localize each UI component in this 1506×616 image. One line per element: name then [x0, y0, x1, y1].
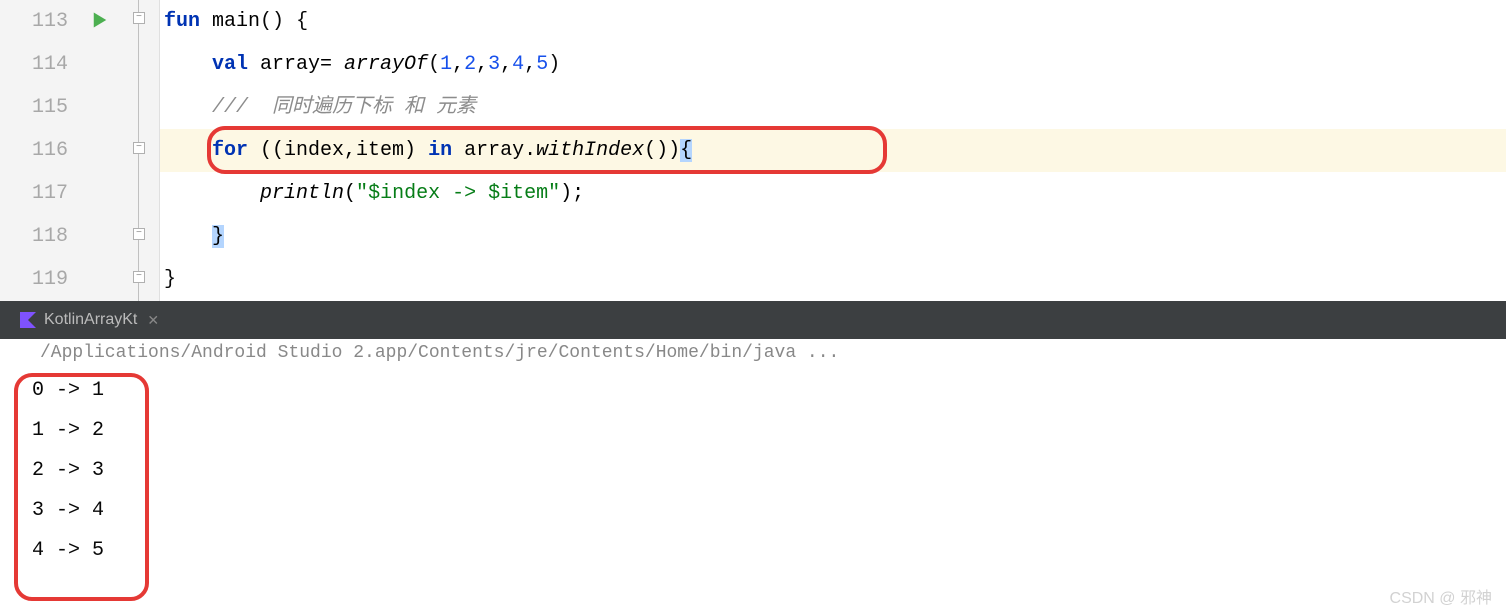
code-line[interactable]: println("$index -> $item");: [160, 172, 1506, 215]
function-call: arrayOf: [344, 53, 428, 76]
function-call: println: [260, 182, 344, 205]
line-number[interactable]: 113: [0, 0, 68, 43]
console-command: /Applications/Android Studio 2.app/Conte…: [0, 339, 1506, 367]
brace: {: [284, 10, 308, 33]
fold-gutter: − − − −: [130, 0, 160, 301]
fold-toggle-icon[interactable]: −: [133, 142, 145, 154]
brace-highlight: }: [212, 225, 224, 248]
string: ": [356, 182, 368, 205]
code-content[interactable]: fun main() { val array= arrayOf(1,2,3,4,…: [160, 0, 1506, 301]
code-editor: 113 114 115 116 117 118 119 − − − − fun …: [0, 0, 1506, 301]
fold-toggle-icon[interactable]: −: [133, 12, 145, 24]
close-tab-icon[interactable]: ✕: [147, 312, 159, 329]
line-number[interactable]: 115: [0, 86, 68, 129]
fold-toggle-icon[interactable]: −: [133, 228, 145, 240]
line-number[interactable]: 117: [0, 172, 68, 215]
line-number[interactable]: 114: [0, 43, 68, 86]
string: ->: [440, 182, 488, 205]
function-name: main: [212, 10, 260, 33]
watermark: CSDN @ 邪神: [1390, 584, 1492, 608]
run-icon[interactable]: [90, 10, 110, 30]
code-line-active[interactable]: for ((index,item) in array.withIndex()){: [160, 129, 1506, 172]
console-line: 3 -> 4: [20, 491, 1486, 531]
number: 3: [488, 53, 500, 76]
fold-toggle-icon[interactable]: −: [133, 271, 145, 283]
keyword: val: [212, 53, 248, 76]
string-template: $index: [368, 182, 440, 205]
kotlin-icon: [20, 312, 36, 328]
console-line: 4 -> 5: [20, 531, 1486, 571]
line-number[interactable]: 116: [0, 129, 68, 172]
keyword: in: [428, 139, 452, 162]
line-number-gutter: 113 114 115 116 117 118 119: [0, 0, 80, 301]
identifier: array=: [248, 53, 344, 76]
brace-highlight: {: [680, 139, 692, 162]
comment: /// 同时遍历下标 和 元素: [212, 96, 476, 119]
code-line[interactable]: }: [160, 258, 1506, 301]
run-tab-title[interactable]: KotlinArrayKt: [44, 311, 137, 329]
console-line: 0 -> 1: [20, 371, 1486, 411]
code-line[interactable]: /// 同时遍历下标 和 元素: [160, 86, 1506, 129]
identifier: array.: [452, 139, 536, 162]
number: 2: [464, 53, 476, 76]
console-line: 2 -> 3: [20, 451, 1486, 491]
identifier: ((index,item): [248, 139, 428, 162]
brace: }: [164, 268, 176, 291]
keyword: fun: [164, 10, 200, 33]
code-line[interactable]: }: [160, 215, 1506, 258]
number: 4: [512, 53, 524, 76]
code-line[interactable]: fun main() {: [160, 0, 1506, 43]
run-gutter: [80, 0, 130, 301]
number: 5: [536, 53, 548, 76]
console-line: 1 -> 2: [20, 411, 1486, 451]
number: 1: [440, 53, 452, 76]
run-tab-bar: KotlinArrayKt ✕: [0, 301, 1506, 339]
function-call: withIndex: [536, 139, 644, 162]
console-output[interactable]: 0 -> 1 1 -> 2 2 -> 3 3 -> 4 4 -> 5: [0, 367, 1506, 575]
keyword: for: [212, 139, 248, 162]
line-number[interactable]: 119: [0, 258, 68, 301]
string-template: $item: [488, 182, 548, 205]
string: ": [548, 182, 560, 205]
line-number[interactable]: 118: [0, 215, 68, 258]
punctuation: (): [260, 10, 284, 33]
punctuation: ()): [644, 139, 680, 162]
code-line[interactable]: val array= arrayOf(1,2,3,4,5): [160, 43, 1506, 86]
